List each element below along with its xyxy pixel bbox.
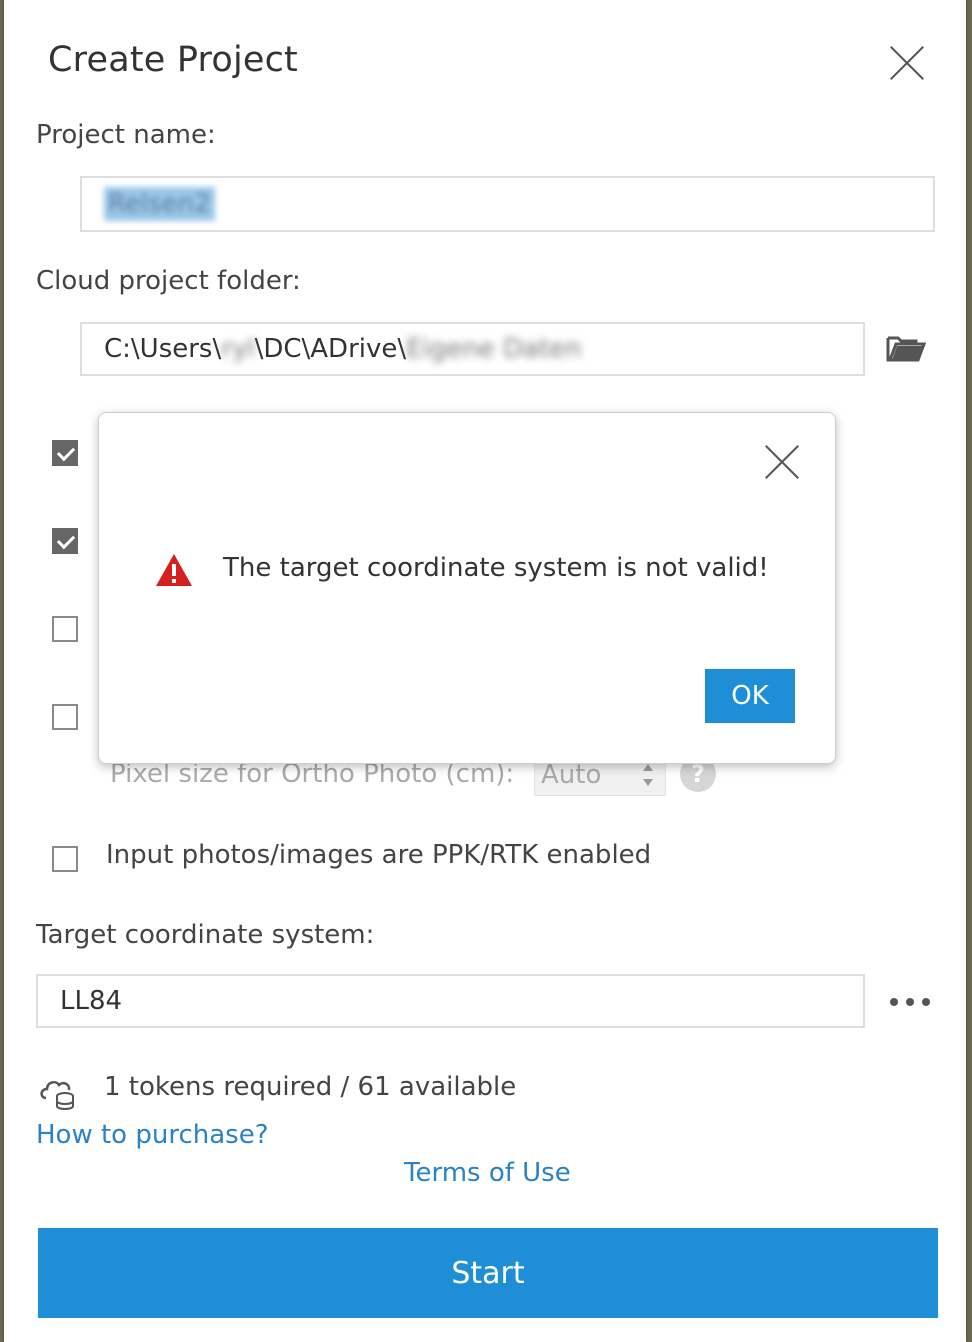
how-to-purchase-link[interactable]: How to purchase? (36, 1120, 269, 1150)
alert-message: The target coordinate system is not vali… (223, 553, 769, 583)
alert-close-icon[interactable] (763, 443, 801, 481)
folder-path-middle: \DC\ADrive\ (254, 334, 407, 364)
project-name-label: Project name: (36, 120, 216, 150)
background-photo-strip (966, 0, 972, 1342)
pixel-size-value: Auto (541, 760, 602, 790)
create-project-dialog: Create Project Project name: Relsen2 Clo… (4, 0, 966, 1342)
ppk-label: Input photos/images are PPK/RTK enabled (106, 840, 652, 870)
terms-of-use-link[interactable]: Terms of Use (404, 1158, 571, 1188)
target-cs-label: Target coordinate system: (36, 920, 375, 950)
dialog-title: Create Project (48, 40, 298, 80)
folder-path-prefix: C:\Users\ (104, 334, 222, 364)
option-checkbox-4[interactable] (52, 704, 78, 730)
project-name-value: Relsen2 (104, 187, 215, 221)
alert-dialog: The target coordinate system is not vali… (98, 412, 836, 764)
cloud-folder-input[interactable]: C:\Users\ ryl \DC\ADrive\ Eigene Daten (80, 322, 865, 376)
close-icon[interactable] (888, 44, 926, 82)
folder-path-tail: Eigene Daten (406, 334, 582, 364)
cloud-token-icon (40, 1080, 74, 1110)
target-cs-input[interactable]: LL84 (36, 974, 865, 1028)
more-options-icon[interactable] (890, 996, 930, 1008)
folder-path-user: ryl (221, 334, 255, 364)
warning-icon (156, 554, 192, 586)
ok-button[interactable]: OK (705, 669, 795, 723)
option-checkbox-3[interactable] (52, 616, 78, 642)
stepper-arrows-icon[interactable] (641, 761, 655, 789)
target-cs-value: LL84 (60, 986, 123, 1016)
option-checkbox-1[interactable] (52, 440, 78, 466)
tokens-text: 1 tokens required / 61 available (104, 1072, 517, 1102)
project-name-input[interactable]: Relsen2 (80, 176, 935, 232)
ppk-checkbox[interactable] (52, 846, 78, 872)
cloud-folder-label: Cloud project folder: (36, 266, 301, 296)
start-button[interactable]: Start (38, 1228, 938, 1318)
folder-open-icon[interactable] (886, 332, 926, 364)
option-checkbox-2[interactable] (52, 528, 78, 554)
